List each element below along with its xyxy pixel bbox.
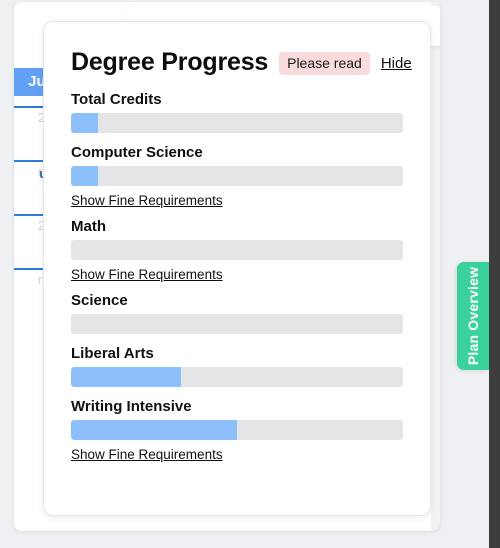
app-scrollbar[interactable] <box>431 2 440 531</box>
requirement-section: Liberal Arts <box>71 345 403 387</box>
screen-root: Junior 2025 urses ng mer 2025 rses 20 me… <box>0 0 500 548</box>
page-title: Degree Progress <box>71 48 269 76</box>
modal-header: Degree Progress Please read Hide <box>71 48 412 77</box>
progress-bar <box>71 166 403 186</box>
show-fine-requirements-link[interactable]: Show Fine Requirements <box>71 447 223 462</box>
progress-bar <box>71 240 403 260</box>
show-fine-requirements-link[interactable]: Show Fine Requirements <box>71 267 223 282</box>
requirement-section: Total Credits <box>71 91 403 133</box>
requirements-list: Total Credits Computer Science Show Fine R… <box>71 91 403 464</box>
degree-progress-modal: Degree Progress Please read Hide Total C… <box>43 21 431 516</box>
status-badge: Please read <box>279 52 370 75</box>
progress-bar <box>71 314 403 334</box>
requirement-label: Liberal Arts <box>71 345 154 362</box>
requirement-section: Math Show Fine Requirements <box>71 218 403 284</box>
progress-bar <box>71 420 403 440</box>
requirement-label: Total Credits <box>71 91 162 108</box>
requirement-section: Writing Intensive Show Fine Requirements <box>71 398 403 464</box>
requirement-label: Math <box>71 218 106 235</box>
plan-overview-tab[interactable]: Plan Overview <box>457 262 489 370</box>
requirement-label: Writing Intensive <box>71 398 192 415</box>
requirement-section: Science <box>71 292 403 334</box>
requirement-label: Computer Science <box>71 144 203 161</box>
progress-bar-fill <box>71 420 237 440</box>
show-fine-requirements-link[interactable]: Show Fine Requirements <box>71 193 223 208</box>
progress-bar-fill <box>71 166 98 186</box>
requirement-label: Science <box>71 292 128 309</box>
plan-overview-tab-label: Plan Overview <box>465 266 482 366</box>
progress-bar-fill <box>71 367 181 387</box>
right-gutter <box>489 0 500 548</box>
hide-button[interactable]: Hide <box>381 55 412 72</box>
progress-bar <box>71 113 403 133</box>
requirement-section: Computer Science Show Fine Requirements <box>71 144 403 210</box>
progress-bar <box>71 367 403 387</box>
progress-bar-fill <box>71 113 98 133</box>
app-container: Junior 2025 urses ng mer 2025 rses 20 me… <box>14 2 440 531</box>
